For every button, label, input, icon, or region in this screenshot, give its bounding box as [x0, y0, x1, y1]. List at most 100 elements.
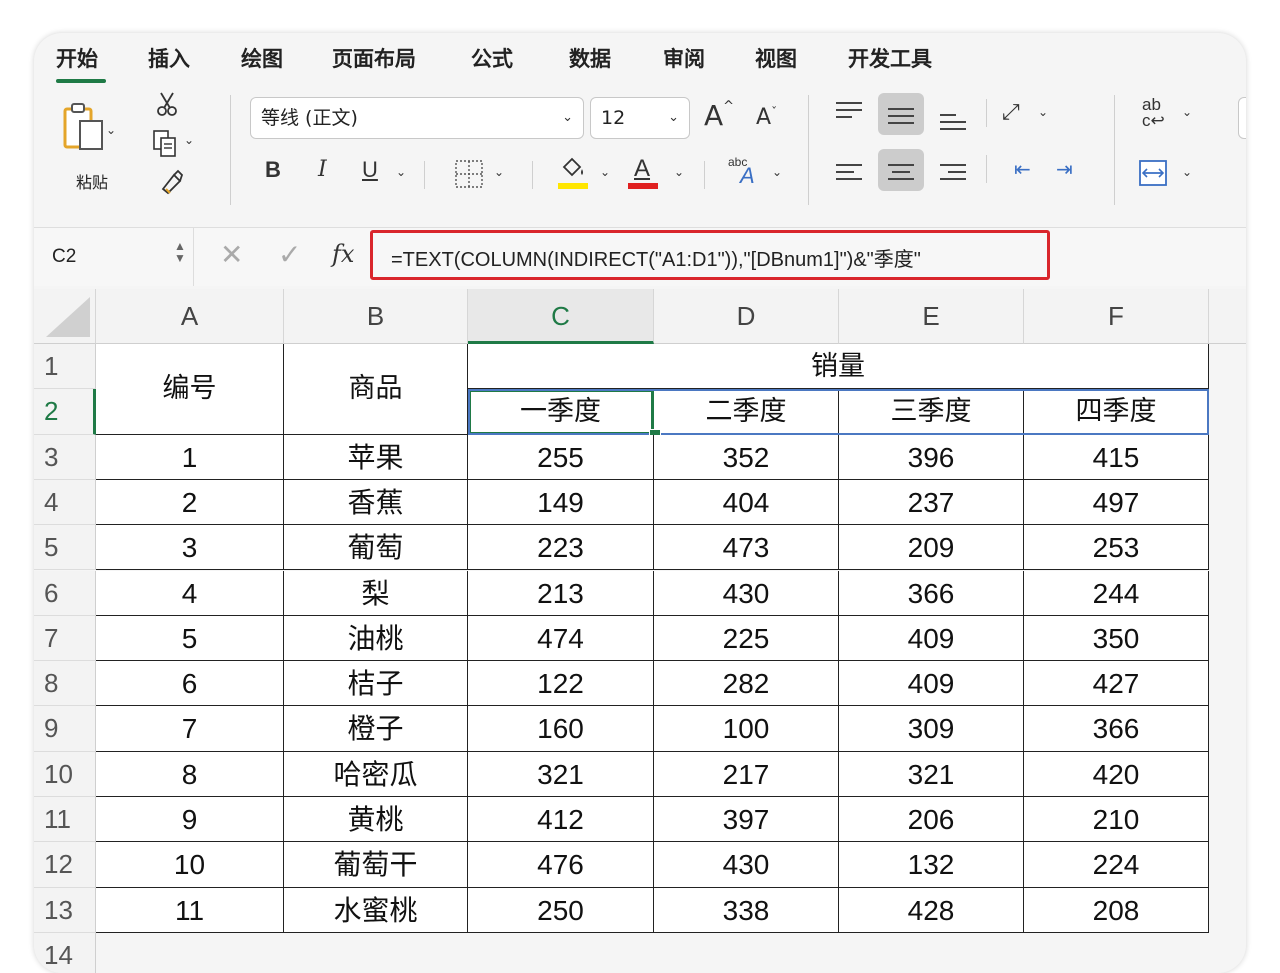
align-bottom-button[interactable] — [930, 93, 976, 135]
cell-a9[interactable]: 7 — [96, 706, 284, 752]
align-center-button[interactable] — [878, 149, 924, 191]
borders-chevron-down-icon[interactable]: ⌄ — [494, 165, 504, 179]
name-box-stepper-icon[interactable]: ▲ ▼ — [174, 240, 186, 264]
column-header-a[interactable]: A — [96, 289, 284, 344]
cell-d10[interactable]: 217 — [654, 751, 839, 797]
row-header-11[interactable]: 11 — [34, 797, 96, 843]
wrap-chevron-down-icon[interactable]: ⌄ — [1182, 105, 1192, 119]
cell-f11[interactable]: 210 — [1024, 797, 1209, 843]
row-header-9[interactable]: 9 — [34, 706, 96, 752]
align-right-button[interactable] — [930, 149, 976, 191]
name-box[interactable]: C2 ▲ ▼ — [34, 228, 194, 286]
paste-chevron-down-icon[interactable]: ⌄ — [106, 123, 116, 137]
cell-b6[interactable]: 梨 — [284, 570, 468, 616]
cell-d5[interactable]: 473 — [654, 525, 839, 571]
row-header-5[interactable]: 5 — [34, 525, 96, 571]
cancel-icon[interactable]: ✕ — [220, 238, 243, 271]
cell-e13[interactable]: 428 — [839, 887, 1024, 933]
header-sales-cell[interactable]: 销量 — [468, 344, 1209, 390]
merge-center-icon[interactable] — [1138, 159, 1168, 187]
cell-f6[interactable]: 244 — [1024, 570, 1209, 616]
column-header-f[interactable]: F — [1024, 289, 1209, 344]
cell-d13[interactable]: 338 — [654, 887, 839, 933]
cell-b8[interactable]: 桔子 — [284, 661, 468, 707]
cell-c5[interactable]: 223 — [468, 525, 654, 571]
row-header-8[interactable]: 8 — [34, 661, 96, 707]
copy-chevron-down-icon[interactable]: ⌄ — [184, 133, 194, 147]
cell-b12[interactable]: 葡萄干 — [284, 842, 468, 888]
cell-e6[interactable]: 366 — [839, 570, 1024, 616]
cell-a11[interactable]: 9 — [96, 797, 284, 843]
tab-data[interactable]: 数据 — [569, 43, 611, 73]
row-header-14[interactable]: 14 — [34, 932, 96, 973]
format-painter-icon[interactable] — [160, 169, 184, 195]
cell-c12[interactable]: 476 — [468, 842, 654, 888]
cell-b3[interactable]: 苹果 — [284, 434, 468, 480]
text-orientation-icon[interactable]: ⤢ — [1002, 99, 1020, 125]
fill-color-chevron-down-icon[interactable]: ⌄ — [600, 165, 610, 179]
cell-d6[interactable]: 430 — [654, 570, 839, 616]
cell-e12[interactable]: 132 — [839, 842, 1024, 888]
cell-e7[interactable]: 409 — [839, 615, 1024, 662]
tab-insert[interactable]: 插入 — [148, 43, 190, 73]
tab-formulas[interactable]: 公式 — [471, 43, 513, 73]
decrease-indent-icon[interactable]: ⇤ — [1014, 157, 1031, 182]
row-header-13[interactable]: 13 — [34, 887, 96, 933]
row-header-7[interactable]: 7 — [34, 615, 96, 662]
cell-a13[interactable]: 11 — [96, 887, 284, 933]
tab-page-layout[interactable]: 页面布局 — [332, 43, 416, 73]
cell-b10[interactable]: 哈密瓜 — [284, 751, 468, 797]
cell-f8[interactable]: 427 — [1024, 661, 1209, 707]
cell-e9[interactable]: 309 — [839, 706, 1024, 752]
copy-icon[interactable] — [152, 129, 180, 159]
header-id-cell[interactable]: 编号 — [96, 344, 284, 435]
phonetic-chevron-down-icon[interactable]: ⌄ — [772, 165, 782, 179]
cell-f12[interactable]: 224 — [1024, 842, 1209, 888]
select-all-corner[interactable] — [34, 289, 96, 344]
header-product-cell[interactable]: 商品 — [284, 344, 468, 435]
cell-e4[interactable]: 237 — [839, 479, 1024, 526]
cell-c6[interactable]: 213 — [468, 570, 654, 616]
column-header-e[interactable]: E — [839, 289, 1024, 344]
cell-c10[interactable]: 321 — [468, 751, 654, 797]
enter-check-icon[interactable]: ✓ — [278, 238, 301, 271]
row-header-10[interactable]: 10 — [34, 751, 96, 797]
cell-e11[interactable]: 206 — [839, 797, 1024, 843]
cell-d12[interactable]: 430 — [654, 842, 839, 888]
cell-f9[interactable]: 366 — [1024, 706, 1209, 752]
cell-f2[interactable]: 四季度 — [1024, 389, 1209, 435]
column-header-d[interactable]: D — [654, 289, 839, 344]
cell-a8[interactable]: 6 — [96, 661, 284, 707]
cell-b7[interactable]: 油桃 — [284, 615, 468, 662]
row-header-1[interactable]: 1 — [34, 344, 96, 390]
bold-button[interactable]: B — [265, 157, 281, 183]
cell-a5[interactable]: 3 — [96, 525, 284, 571]
column-header-g[interactable] — [1209, 289, 1246, 344]
tab-review[interactable]: 审阅 — [663, 43, 705, 73]
cell-d7[interactable]: 225 — [654, 615, 839, 662]
cell-e3[interactable]: 396 — [839, 434, 1024, 480]
cell-b13[interactable]: 水蜜桃 — [284, 887, 468, 933]
decrease-font-size-icon[interactable]: Aˇ — [756, 105, 777, 130]
font-size-dropdown[interactable]: 12 ⌄ — [590, 97, 690, 139]
cell-f10[interactable]: 420 — [1024, 751, 1209, 797]
align-middle-button[interactable] — [878, 93, 924, 135]
cell-c8[interactable]: 122 — [468, 661, 654, 707]
tab-draw[interactable]: 绘图 — [241, 43, 283, 73]
cell-c9[interactable]: 160 — [468, 706, 654, 752]
cell-c11[interactable]: 412 — [468, 797, 654, 843]
row-header-4[interactable]: 4 — [34, 479, 96, 526]
cell-f3[interactable]: 415 — [1024, 434, 1209, 480]
underline-button[interactable]: U — [362, 157, 378, 183]
cell-b9[interactable]: 橙子 — [284, 706, 468, 752]
formula-input[interactable]: =TEXT(COLUMN(INDIRECT("A1:D1")),"[DBnum1… — [370, 230, 1050, 280]
row-header-12[interactable]: 12 — [34, 842, 96, 888]
cell-d11[interactable]: 397 — [654, 797, 839, 843]
font-color-chevron-down-icon[interactable]: ⌄ — [674, 165, 684, 179]
row-header-6[interactable]: 6 — [34, 570, 96, 616]
cell-c4[interactable]: 149 — [468, 479, 654, 526]
cell-b5[interactable]: 葡萄 — [284, 525, 468, 571]
cell-a6[interactable]: 4 — [96, 570, 284, 616]
cell-d4[interactable]: 404 — [654, 479, 839, 526]
cell-b11[interactable]: 黄桃 — [284, 797, 468, 843]
